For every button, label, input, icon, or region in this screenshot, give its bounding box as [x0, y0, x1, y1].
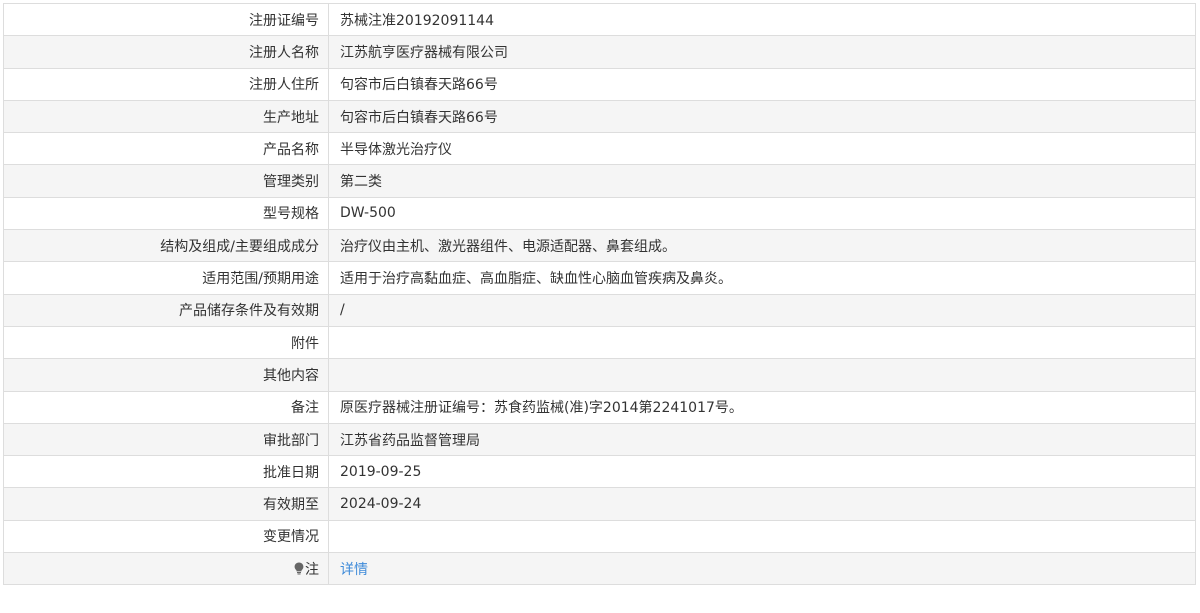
row-value: 句容市后白镇春天路66号	[328, 67, 1196, 101]
row-value: 2019-09-25	[328, 455, 1196, 489]
row-value	[328, 325, 1196, 360]
row-value: 句容市后白镇春天路66号	[328, 99, 1196, 134]
details-link[interactable]: 详情	[340, 562, 368, 578]
table-row: 注册人名称 江苏航亨医疗器械有限公司	[3, 35, 1196, 69]
row-label: 型号规格	[3, 196, 329, 231]
table-row: 备注 原医疗器械注册证编号：苏食药监械(准)字2014第2241017号。	[3, 390, 1196, 424]
row-label: 管理类别	[3, 164, 329, 198]
row-label: 批准日期	[3, 455, 329, 489]
table-row: 批准日期 2019-09-25	[3, 455, 1196, 489]
row-value: 2024-09-24	[328, 487, 1196, 521]
table-row: 有效期至 2024-09-24	[3, 487, 1196, 521]
table-row: 注册证编号 苏械注准20192091144	[3, 2, 1196, 37]
row-label: 变更情况	[3, 519, 329, 554]
table-row: 型号规格 DW-500	[3, 196, 1196, 231]
table-row: 生产地址 句容市后白镇春天路66号	[3, 99, 1196, 134]
row-label: 生产地址	[3, 99, 329, 134]
row-label: 产品储存条件及有效期	[3, 293, 329, 327]
table-row: 注册人住所 句容市后白镇春天路66号	[3, 67, 1196, 101]
note-row: 注 详情	[3, 552, 1196, 586]
table-row: 适用范围/预期用途 适用于治疗高黏血症、高血脂症、缺血性心脑血管疾病及鼻炎。	[3, 261, 1196, 295]
row-value: /	[328, 293, 1196, 327]
table-row: 其他内容	[3, 358, 1196, 392]
row-label: 有效期至	[3, 487, 329, 521]
row-label: 其他内容	[3, 358, 329, 392]
note-value-cell: 详情	[328, 552, 1196, 586]
row-value: DW-500	[328, 196, 1196, 231]
row-label: 附件	[3, 325, 329, 360]
lightbulb-icon	[294, 562, 304, 579]
row-label: 备注	[3, 390, 329, 424]
row-label: 审批部门	[3, 422, 329, 457]
row-value: 第二类	[328, 164, 1196, 198]
table-row: 管理类别 第二类	[3, 164, 1196, 198]
row-value: 江苏省药品监督管理局	[328, 422, 1196, 457]
table-row: 产品名称 半导体激光治疗仪	[3, 132, 1196, 166]
table-row: 产品储存条件及有效期 /	[3, 293, 1196, 327]
registration-detail-table: 注册证编号 苏械注准20192091144 注册人名称 江苏航亨医疗器械有限公司…	[3, 2, 1196, 586]
row-value: 原医疗器械注册证编号：苏食药监械(准)字2014第2241017号。	[328, 390, 1196, 424]
table-row: 附件	[3, 325, 1196, 360]
note-label: 注	[305, 561, 319, 578]
row-label: 产品名称	[3, 132, 329, 166]
row-label: 适用范围/预期用途	[3, 261, 329, 295]
table-row: 变更情况	[3, 519, 1196, 554]
table-row: 审批部门 江苏省药品监督管理局	[3, 422, 1196, 457]
row-label: 注册人名称	[3, 35, 329, 69]
row-value	[328, 358, 1196, 392]
row-value: 治疗仪由主机、激光器组件、电源适配器、鼻套组成。	[328, 229, 1196, 263]
row-label: 结构及组成/主要组成成分	[3, 229, 329, 263]
row-label: 注册证编号	[3, 2, 329, 37]
row-value: 江苏航亨医疗器械有限公司	[328, 35, 1196, 69]
note-label-cell: 注	[3, 552, 329, 586]
row-value: 苏械注准20192091144	[328, 2, 1196, 37]
row-value: 适用于治疗高黏血症、高血脂症、缺血性心脑血管疾病及鼻炎。	[328, 261, 1196, 295]
row-value	[328, 519, 1196, 554]
row-label: 注册人住所	[3, 67, 329, 101]
row-value: 半导体激光治疗仪	[328, 132, 1196, 166]
table-row: 结构及组成/主要组成成分 治疗仪由主机、激光器组件、电源适配器、鼻套组成。	[3, 229, 1196, 263]
